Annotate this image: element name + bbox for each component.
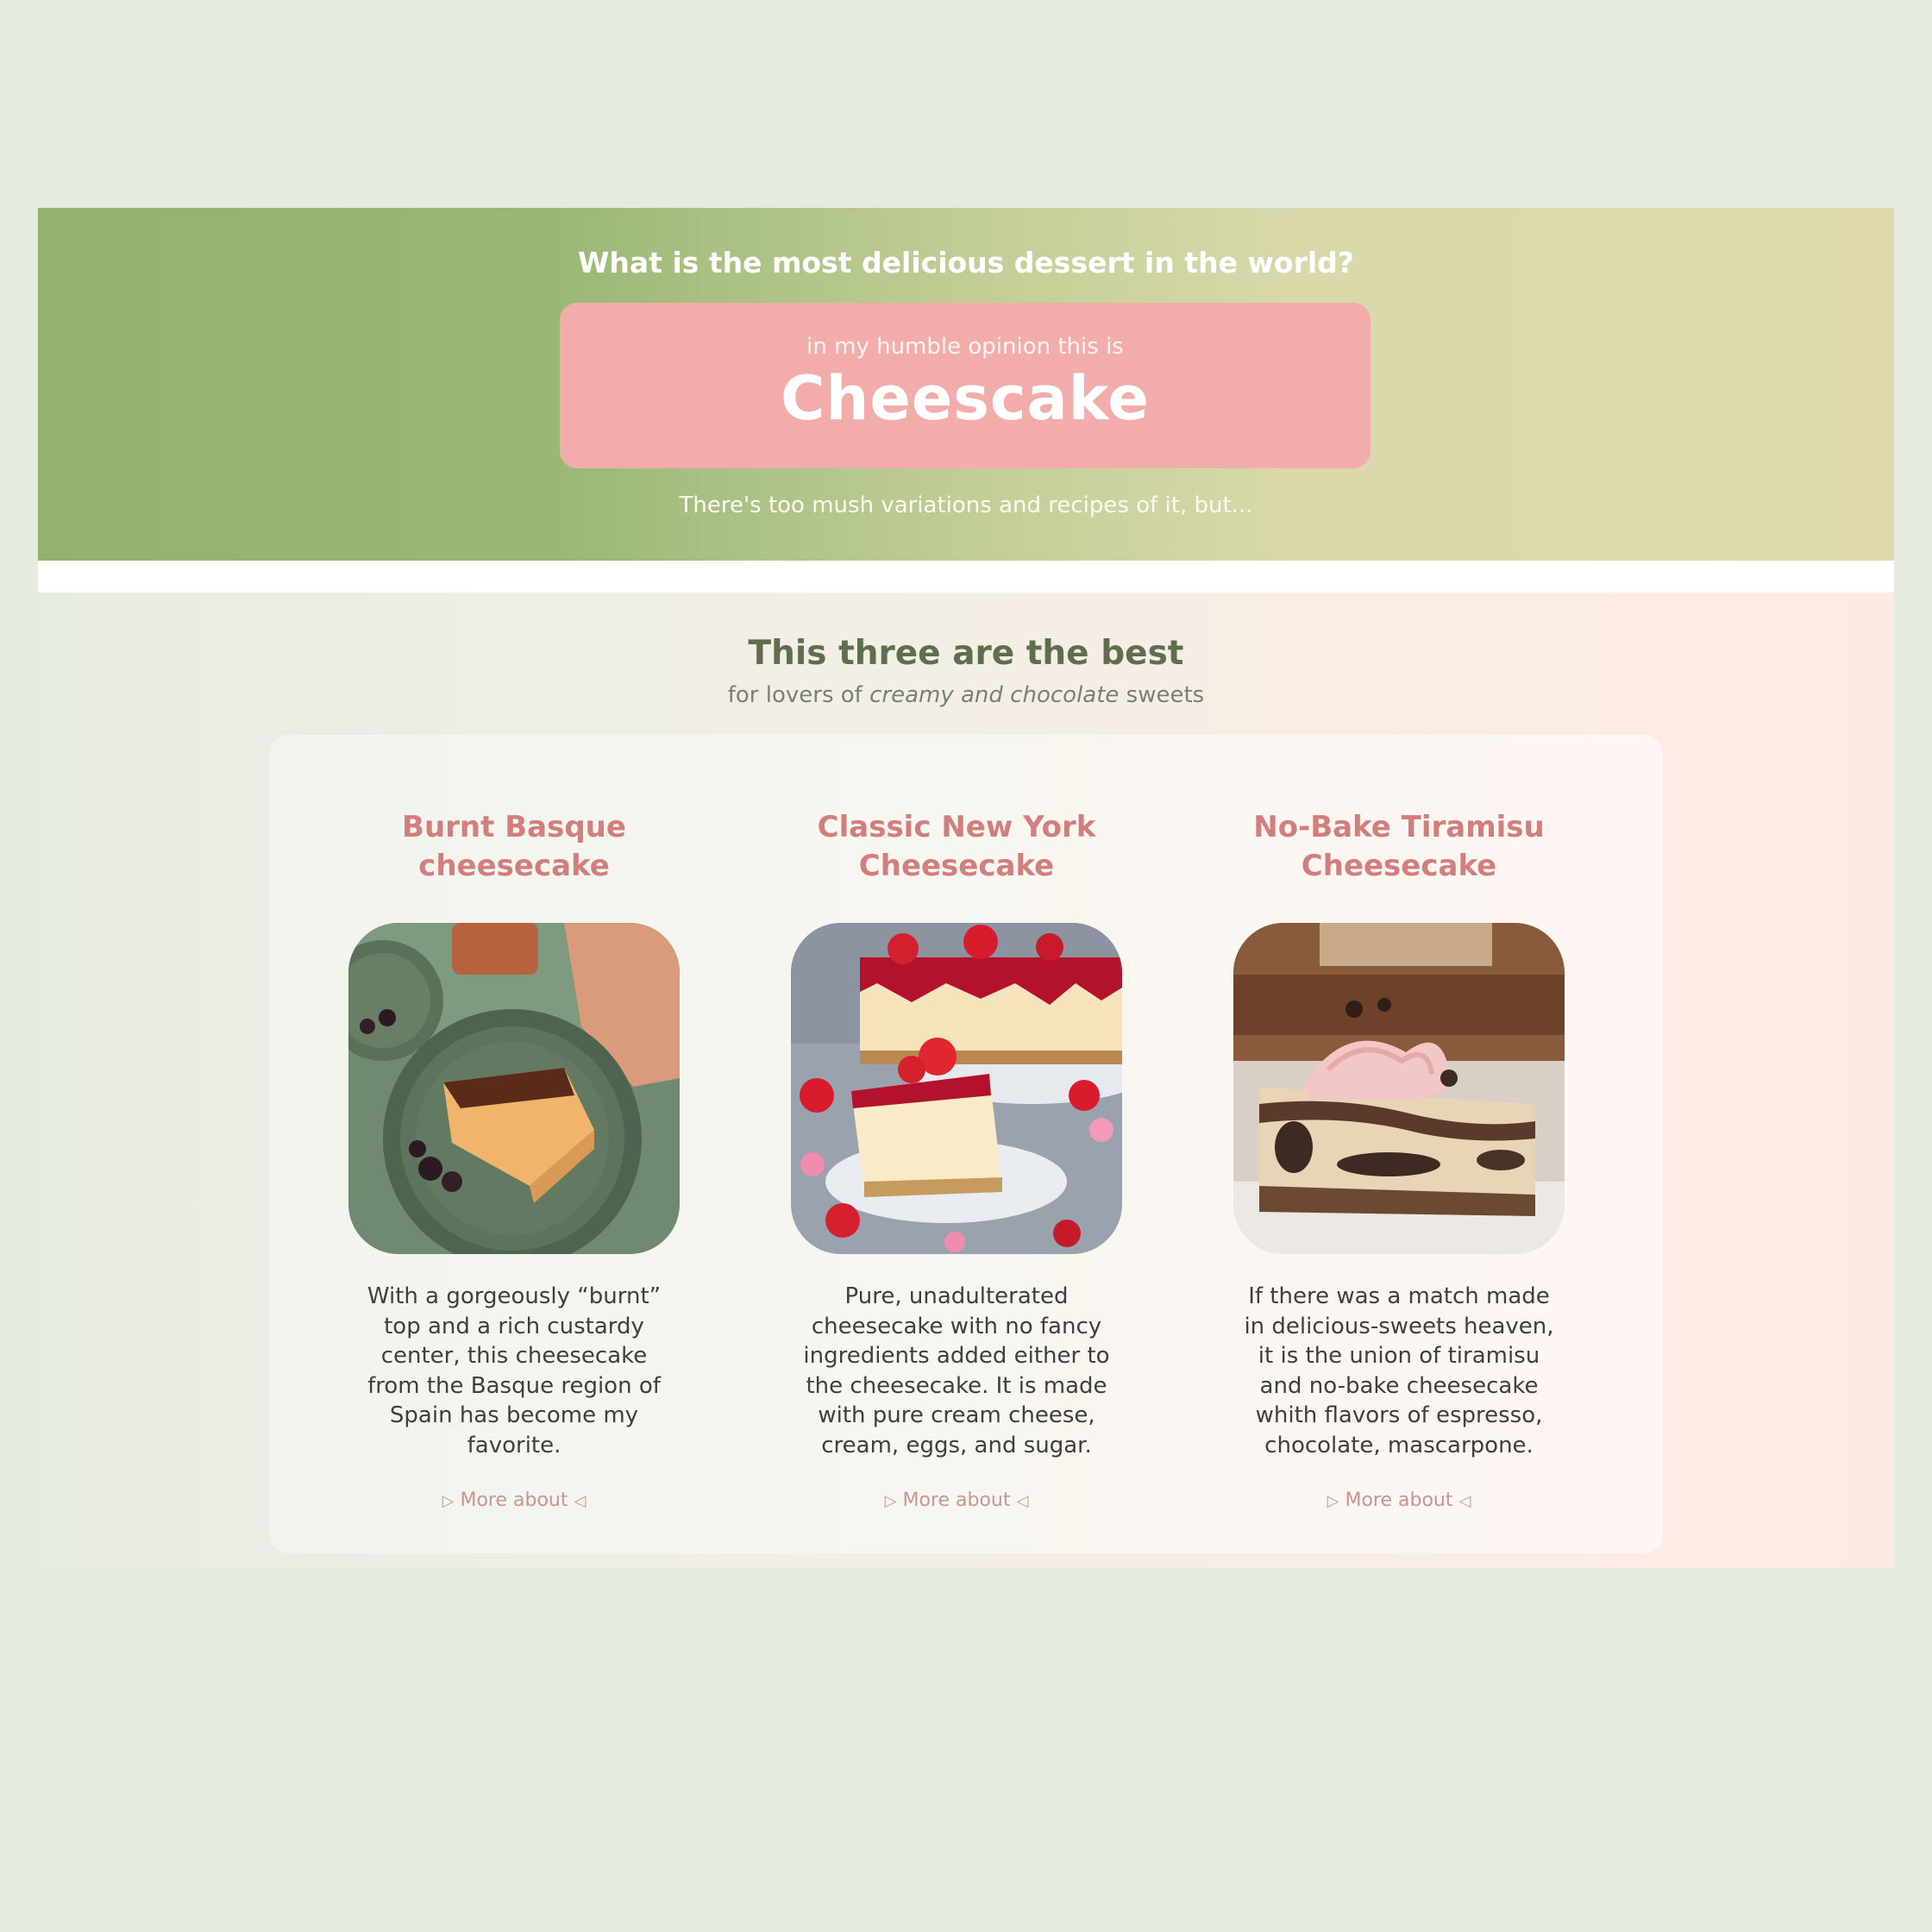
page: What is the most delicious dessert in th…	[38, 208, 1894, 1568]
section-subtitle: for lovers of creamy and chocolate sweet…	[38, 682, 1894, 708]
best-cheesecakes-section: This three are the best for lovers of cr…	[38, 593, 1894, 1568]
card-title-line: No-Bake Tiramisu	[1253, 810, 1545, 844]
card-text-line: Spain has become my	[389, 1402, 639, 1428]
new-york-cheesecake-photo	[791, 923, 1122, 1254]
section-title: This three are the best	[748, 634, 1184, 673]
card-text-line: top and a rich custardy	[384, 1313, 644, 1339]
subtitle-post: sweets	[1119, 682, 1205, 708]
more-about-label: More about	[902, 1490, 1011, 1511]
more-about-link[interactable]: ▷ More about ◁	[1201, 1490, 1597, 1511]
card-text-line: chocolate, mascarpone.	[1264, 1432, 1534, 1458]
card-title: Burnt Basque cheesecake	[316, 808, 712, 886]
subtitle-pre: for lovers of	[727, 682, 870, 708]
card-text-line: it is the union of tiramisu	[1258, 1343, 1540, 1369]
hero-title: Cheescake	[781, 363, 1150, 434]
card-text-line: cream, eggs, and sugar.	[821, 1432, 1092, 1458]
card-text-line: cheesecake with no fancy	[811, 1313, 1102, 1339]
card-text-line: If there was a match made	[1248, 1283, 1550, 1309]
card-title-line: Burnt Basque	[402, 810, 626, 844]
card-text-line: the cheesecake. It is made	[806, 1372, 1107, 1399]
more-about-link[interactable]: ▷ More about ◁	[758, 1490, 1155, 1511]
play-right-icon: ▷	[884, 1492, 897, 1510]
divider	[38, 561, 1894, 593]
hero-kicker: in my humble opinion this is	[806, 334, 1124, 360]
card-text-line: in delicious-sweets heaven,	[1244, 1313, 1554, 1339]
tiramisu-cheesecake-photo	[1233, 923, 1565, 1254]
play-left-icon: ◁	[1458, 1492, 1471, 1510]
card-text-line: and no-bake cheesecake	[1259, 1372, 1539, 1399]
card-tiramisu: No-Bake Tiramisu Cheesecake If there was…	[1201, 735, 1597, 1553]
card-title: Classic New York Cheesecake	[758, 808, 1155, 886]
card-text-line: whith flavors of espresso,	[1255, 1402, 1543, 1428]
more-about-label: More about	[460, 1490, 568, 1511]
card-title-line: Classic New York	[817, 810, 1096, 844]
card-title-line: cheesecake	[418, 849, 610, 883]
play-right-icon: ▷	[442, 1492, 455, 1510]
card-text-line: center, this cheesecake	[380, 1343, 648, 1369]
cards-panel: Burnt Basque cheesecake With a gorgeousl…	[269, 735, 1663, 1553]
burnt-basque-cheesecake-photo	[348, 923, 680, 1254]
play-left-icon: ◁	[574, 1492, 586, 1510]
card-text-line: from the Basque region of	[367, 1372, 661, 1399]
hero-answer-card: in my humble opinion this is Cheescake	[560, 303, 1371, 468]
more-about-link[interactable]: ▷ More about ◁	[316, 1490, 712, 1511]
card-text-line: with pure cream cheese,	[818, 1402, 1095, 1428]
play-left-icon: ◁	[1016, 1492, 1029, 1510]
card-text-line: With a gorgeously “burnt”	[367, 1283, 662, 1309]
card-new-york: Classic New York Cheesecake Pure, unadul…	[758, 735, 1155, 1553]
card-text-line: ingredients added either to	[803, 1343, 1110, 1369]
card-title-line: Cheesecake	[1301, 849, 1497, 883]
more-about-label: More about	[1345, 1490, 1453, 1511]
hero-banner: What is the most delicious dessert in th…	[38, 208, 1894, 561]
card-title-line: Cheesecake	[858, 849, 1055, 883]
subtitle-emphasis: creamy and chocolate	[869, 682, 1120, 708]
card-text-line: favorite.	[467, 1432, 561, 1458]
hero-question: What is the most delicious dessert in th…	[578, 246, 1354, 279]
card-description: If there was a match made in delicious-s…	[1218, 1282, 1580, 1460]
hero-note: There's too mush variations and recipes …	[679, 492, 1253, 518]
card-title: No-Bake Tiramisu Cheesecake	[1201, 808, 1597, 886]
card-description: With a gorgeously “burnt” top and a rich…	[333, 1282, 695, 1460]
card-description: Pure, unadulterated cheesecake with no f…	[775, 1282, 1138, 1460]
card-text-line: Pure, unadulterated	[844, 1283, 1069, 1309]
card-burnt-basque: Burnt Basque cheesecake With a gorgeousl…	[316, 735, 712, 1553]
play-right-icon: ▷	[1327, 1492, 1339, 1510]
